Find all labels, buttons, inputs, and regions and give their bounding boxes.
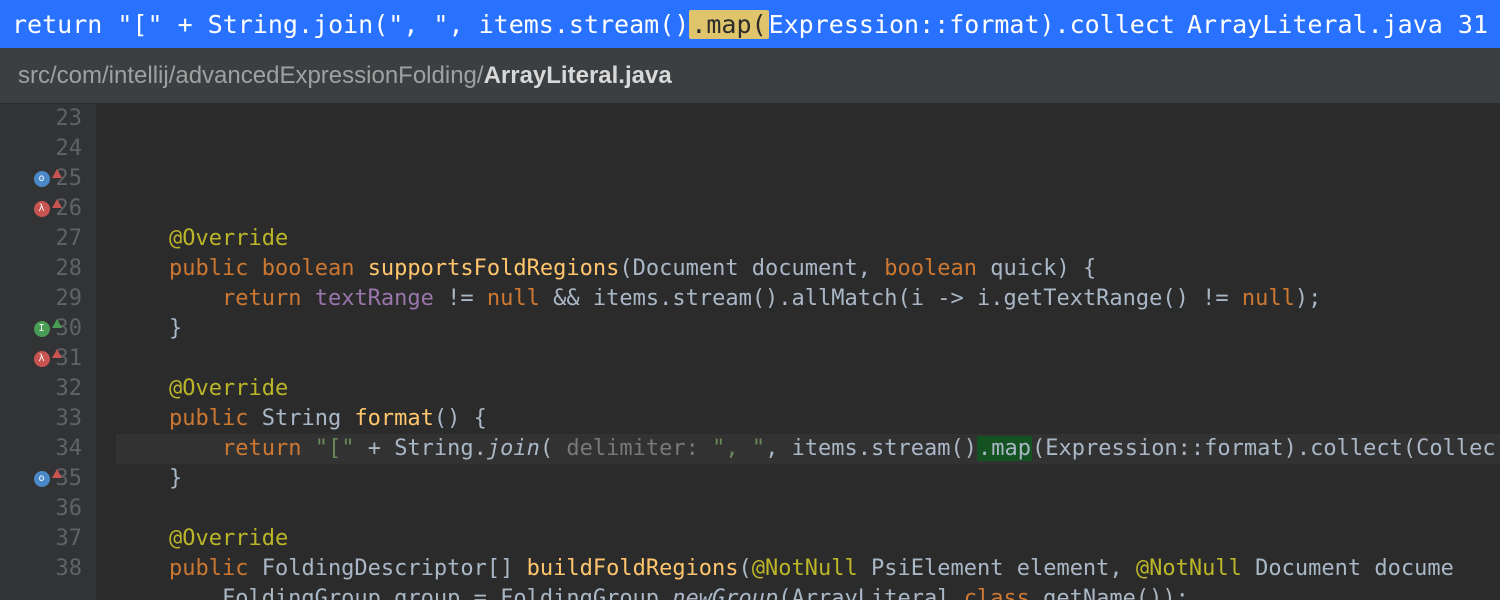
code-line[interactable]: public String format() { bbox=[116, 404, 1500, 434]
code-line[interactable]: return "[" + String.join( delimiter: ", … bbox=[116, 434, 1500, 464]
line-number: 23 bbox=[56, 104, 83, 134]
breadcrumb-path: src/com/intellij/advancedExpressionFoldi… bbox=[18, 62, 484, 90]
gutter-line[interactable]: 36 bbox=[0, 494, 86, 524]
line-number: 34 bbox=[56, 434, 83, 464]
line-number: 24 bbox=[56, 134, 83, 164]
line-number: 33 bbox=[56, 404, 83, 434]
breadcrumb[interactable]: src/com/intellij/advancedExpressionFoldi… bbox=[0, 48, 1500, 104]
gutter-line[interactable]: 24 bbox=[0, 134, 86, 164]
code-line[interactable]: return textRange != null && items.stream… bbox=[116, 284, 1500, 314]
gutter-line[interactable]: o25 bbox=[0, 164, 86, 194]
line-number: 36 bbox=[56, 494, 83, 524]
search-match-highlight: .map( bbox=[689, 10, 768, 39]
gutter-line[interactable]: λ26 bbox=[0, 194, 86, 224]
gutter-line[interactable]: 37 bbox=[0, 524, 86, 554]
code-line[interactable]: } bbox=[116, 464, 1500, 494]
gutter-line[interactable]: 34 bbox=[0, 434, 86, 464]
gutter-line[interactable]: λ31 bbox=[0, 344, 86, 374]
gutter-line[interactable]: o35 bbox=[0, 464, 86, 494]
gutter-override-icon[interactable]: o bbox=[34, 471, 50, 487]
search-result-code: return "[" + String.join(", ", items.str… bbox=[12, 10, 1175, 39]
editor-pane: 2324o25λ26272829I30λ31323334o35363738 @O… bbox=[0, 104, 1500, 600]
line-number: 28 bbox=[56, 254, 83, 284]
code-line[interactable] bbox=[116, 194, 1500, 224]
code-line[interactable]: public boolean supportsFoldRegions(Docum… bbox=[116, 254, 1500, 284]
gutter-line[interactable]: 27 bbox=[0, 224, 86, 254]
code-line[interactable]: @Override bbox=[116, 224, 1500, 254]
gutter-line[interactable]: 29 bbox=[0, 284, 86, 314]
gutter-lambda-icon[interactable]: λ bbox=[34, 201, 50, 217]
breadcrumb-file: ArrayLiteral.java bbox=[484, 62, 672, 90]
gutter-line[interactable]: 33 bbox=[0, 404, 86, 434]
code-line[interactable]: FoldingGroup group = FoldingGroup.newGro… bbox=[116, 584, 1500, 600]
code-line[interactable]: } bbox=[116, 314, 1500, 344]
gutter-line[interactable]: 38 bbox=[0, 554, 86, 584]
line-number: 27 bbox=[56, 224, 83, 254]
gutter-line[interactable]: 32 bbox=[0, 374, 86, 404]
search-result-bar[interactable]: return "[" + String.join(", ", items.str… bbox=[0, 0, 1500, 48]
gutter-lambda-icon[interactable]: λ bbox=[34, 351, 50, 367]
gutter-line[interactable]: 28 bbox=[0, 254, 86, 284]
code-area[interactable]: @Override public boolean supportsFoldReg… bbox=[96, 104, 1500, 600]
line-number: 38 bbox=[56, 554, 83, 584]
gutter-implements-icon[interactable]: I bbox=[34, 321, 50, 337]
gutter[interactable]: 2324o25λ26272829I30λ31323334o35363738 bbox=[0, 104, 96, 600]
code-line[interactable] bbox=[116, 494, 1500, 524]
line-number: 32 bbox=[56, 374, 83, 404]
line-number: 37 bbox=[56, 524, 83, 554]
search-result-location: ArrayLiteral.java 31 bbox=[1187, 10, 1488, 39]
code-line[interactable] bbox=[116, 344, 1500, 374]
gutter-line[interactable]: I30 bbox=[0, 314, 86, 344]
gutter-override-icon[interactable]: o bbox=[34, 171, 50, 187]
code-line[interactable]: @Override bbox=[116, 524, 1500, 554]
line-number: 29 bbox=[56, 284, 83, 314]
code-line[interactable]: @Override bbox=[116, 374, 1500, 404]
gutter-line[interactable]: 23 bbox=[0, 104, 86, 134]
code-line[interactable]: public FoldingDescriptor[] buildFoldRegi… bbox=[116, 554, 1500, 584]
